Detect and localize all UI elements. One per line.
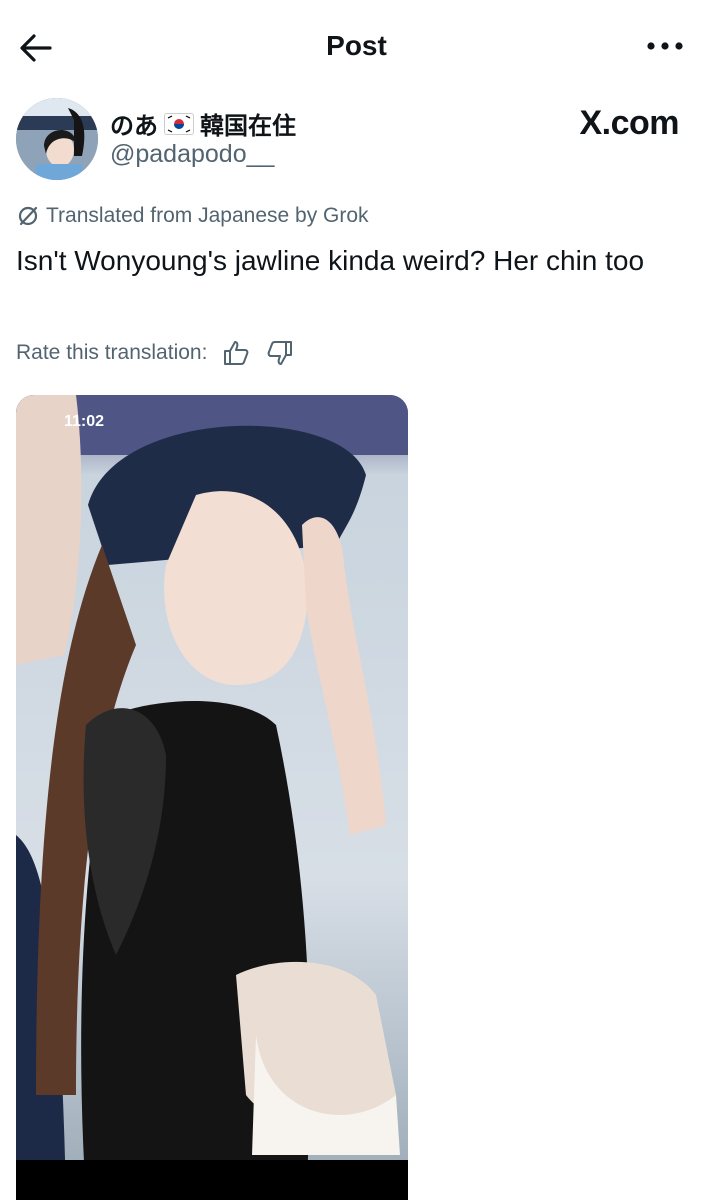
- rate-translation: Rate this translation:: [16, 338, 295, 368]
- thumbs-down-icon[interactable]: [265, 338, 295, 368]
- author-name-text: のあ: [110, 113, 158, 140]
- translation-note-text: Translated from Japanese by Grok: [46, 204, 369, 227]
- top-bar: Post: [0, 0, 713, 92]
- translation-note: Translated from Japanese by Grok: [16, 204, 369, 228]
- author-name[interactable]: のあ 韓国在住: [110, 106, 296, 141]
- xcom-watermark: X.com: [579, 104, 679, 142]
- video-frame-image: [16, 395, 408, 1200]
- video-timestamp: 11:02: [64, 413, 105, 430]
- more-icon[interactable]: [645, 34, 685, 58]
- author-name-suffix: 韓国在住: [200, 113, 296, 140]
- post-video[interactable]: 11:02: [16, 395, 408, 1200]
- page-title: Post: [326, 30, 387, 61]
- grok-icon: [18, 206, 38, 226]
- korea-flag-icon: [164, 112, 194, 135]
- avatar[interactable]: [16, 98, 98, 180]
- thumbs-up-icon[interactable]: [221, 338, 251, 368]
- author-handle[interactable]: @padapodo__: [110, 140, 274, 169]
- post-text: Isn't Wonyoung's jawline kinda weird? He…: [16, 245, 645, 276]
- rate-label: Rate this translation:: [16, 341, 208, 364]
